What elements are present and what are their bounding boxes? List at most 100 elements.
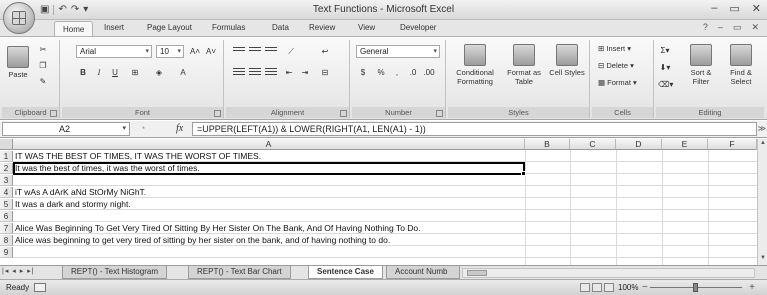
insert-cells-button[interactable]: ⊞ Insert ▾ <box>598 44 631 53</box>
grow-font-button[interactable]: A˄ <box>188 45 202 58</box>
font-launcher-icon[interactable] <box>214 110 221 117</box>
tab-home[interactable]: Home <box>54 21 94 37</box>
chevron-down-icon[interactable]: ▾ <box>122 123 126 135</box>
office-button[interactable] <box>3 2 35 34</box>
name-box[interactable]: A2 ▾ <box>2 122 130 136</box>
row-header[interactable]: 6 <box>0 211 13 222</box>
horizontal-scrollbar[interactable] <box>462 268 755 278</box>
cell-a4[interactable]: iT wAs A dArK aNd StOrMy NiGhT. <box>15 187 146 198</box>
tab-developer[interactable]: Developer <box>400 23 436 32</box>
number-launcher-icon[interactable] <box>436 110 443 117</box>
scroll-up-icon[interactable]: ▲ <box>759 140 767 149</box>
format-cells-button[interactable]: ▦ Format ▾ <box>598 78 637 87</box>
tab-formulas[interactable]: Formulas <box>212 23 245 32</box>
borders-icon[interactable]: ⊞ <box>128 66 142 79</box>
row-header[interactable]: 4 <box>0 187 13 198</box>
italic-button[interactable]: I <box>92 66 106 79</box>
row-header[interactable]: 2 <box>0 163 13 174</box>
tab-data[interactable]: Data <box>272 23 289 32</box>
ribbon-minimize-button[interactable]: – <box>718 22 723 33</box>
orientation-icon[interactable]: ⟋ <box>284 45 298 58</box>
zoom-out-icon[interactable]: − <box>642 280 648 295</box>
bold-button[interactable]: B <box>76 66 90 79</box>
horizontal-scroll-thumb[interactable] <box>467 270 487 276</box>
increase-indent-icon[interactable]: ⇥ <box>298 66 312 79</box>
currency-button[interactable]: $ <box>356 66 370 79</box>
font-color-icon[interactable]: A <box>176 66 190 79</box>
row-header[interactable]: 1 <box>0 151 13 162</box>
alignment-launcher-icon[interactable] <box>340 110 347 117</box>
tab-view[interactable]: View <box>358 23 375 32</box>
zoom-in-icon[interactable]: + <box>749 280 755 295</box>
select-all-button[interactable] <box>0 139 13 150</box>
align-middle-icon[interactable] <box>248 45 262 58</box>
zoom-slider-knob[interactable] <box>693 283 698 292</box>
column-header-a[interactable]: A <box>13 139 525 150</box>
help-icon[interactable]: ? <box>703 22 708 33</box>
column-header-f[interactable]: F <box>708 139 757 150</box>
align-center-icon[interactable] <box>248 66 262 79</box>
fill-color-icon[interactable]: ◈ <box>152 66 166 79</box>
formula-cancel-icon[interactable]: ◔ <box>140 123 145 133</box>
font-size-select[interactable]: 10 ▾ <box>156 45 184 58</box>
fill-icon[interactable]: ⬇▾ <box>658 61 672 74</box>
cut-icon[interactable]: ✂ <box>36 43 50 56</box>
number-format-select[interactable]: General ▾ <box>356 45 440 58</box>
page-break-view-icon[interactable] <box>604 283 614 292</box>
underline-button[interactable]: U <box>108 66 122 79</box>
zoom-slider[interactable] <box>650 283 742 292</box>
format-as-table-button[interactable]: Format as Table <box>502 44 546 86</box>
cell-a7[interactable]: Alice Was Beginning To Get Very Tired Of… <box>15 223 421 234</box>
tab-insert[interactable]: Insert <box>104 23 124 32</box>
row-header[interactable]: 9 <box>0 247 13 258</box>
row-header[interactable]: 3 <box>0 175 13 186</box>
insert-function-button[interactable]: fx <box>176 123 183 134</box>
clear-icon[interactable]: ⌫▾ <box>658 78 673 91</box>
scroll-down-icon[interactable]: ▼ <box>759 255 767 264</box>
fill-handle[interactable] <box>521 171 526 176</box>
column-header-e[interactable]: E <box>662 139 708 150</box>
shrink-font-button[interactable]: A˅ <box>204 45 218 58</box>
expand-formula-bar-icon[interactable]: ≫ <box>758 124 766 133</box>
autosum-icon[interactable]: Σ▾ <box>658 44 672 57</box>
cell-a8[interactable]: Alice was beginning to get very tired of… <box>15 235 390 246</box>
close-button[interactable]: ✕ <box>752 2 761 15</box>
conditional-formatting-button[interactable]: Conditional Formatting <box>450 44 500 86</box>
copy-icon[interactable]: ❐ <box>36 59 50 72</box>
cell-a1[interactable]: IT WAS THE BEST OF TIMES, IT WAS THE WOR… <box>15 151 261 162</box>
sheet-tab-sentence-case[interactable]: Sentence Case <box>308 266 383 279</box>
row-header[interactable]: 8 <box>0 235 13 246</box>
percent-button[interactable]: % <box>374 66 388 79</box>
column-header-c[interactable]: C <box>570 139 616 150</box>
cell-a5[interactable]: It was a dark and stormy night. <box>15 199 131 210</box>
font-name-select[interactable]: Arial ▾ <box>76 45 152 58</box>
clipboard-launcher-icon[interactable] <box>50 110 57 117</box>
wrap-text-icon[interactable]: ↩ <box>318 45 332 58</box>
cell-styles-button[interactable]: Cell Styles <box>548 44 586 77</box>
sheet-nav-arrows-icon[interactable]: |◂ ◂ ▸ ▸| <box>2 267 35 275</box>
increase-decimal-button[interactable]: .0 <box>406 66 420 79</box>
restore-button[interactable]: ▭ <box>729 2 739 15</box>
align-right-icon[interactable] <box>264 66 278 79</box>
align-bottom-icon[interactable] <box>264 45 278 58</box>
align-top-icon[interactable] <box>232 45 246 58</box>
ribbon-restore-button[interactable]: ▭ <box>733 22 742 33</box>
sheet-tab-text-histogram[interactable]: REPT() - Text Histogram <box>62 266 167 279</box>
formula-input[interactable]: =UPPER(LEFT(A1)) & LOWER(RIGHT(A1, LEN(A… <box>192 122 757 136</box>
row-header[interactable]: 7 <box>0 223 13 234</box>
normal-view-icon[interactable] <box>580 283 590 292</box>
find-select-button[interactable]: Find & Select <box>722 44 760 86</box>
decrease-decimal-button[interactable]: .00 <box>422 66 436 79</box>
page-layout-view-icon[interactable] <box>592 283 602 292</box>
column-header-d[interactable]: D <box>616 139 662 150</box>
sheet-tab-text-bar-chart[interactable]: REPT() - Text Bar Chart <box>188 266 291 279</box>
tab-page-layout[interactable]: Page Layout <box>147 23 192 32</box>
row-header[interactable]: 5 <box>0 199 13 210</box>
tab-review[interactable]: Review <box>309 23 335 32</box>
paste-button[interactable]: Paste <box>6 46 30 79</box>
macro-record-icon[interactable] <box>34 283 46 292</box>
vertical-scrollbar[interactable]: ▲ ▼ <box>757 139 767 265</box>
decrease-indent-icon[interactable]: ⇤ <box>282 66 296 79</box>
sheet-tab-account-numbers[interactable]: Account Numb <box>386 266 460 279</box>
merge-center-icon[interactable]: ⊟ <box>318 66 332 79</box>
